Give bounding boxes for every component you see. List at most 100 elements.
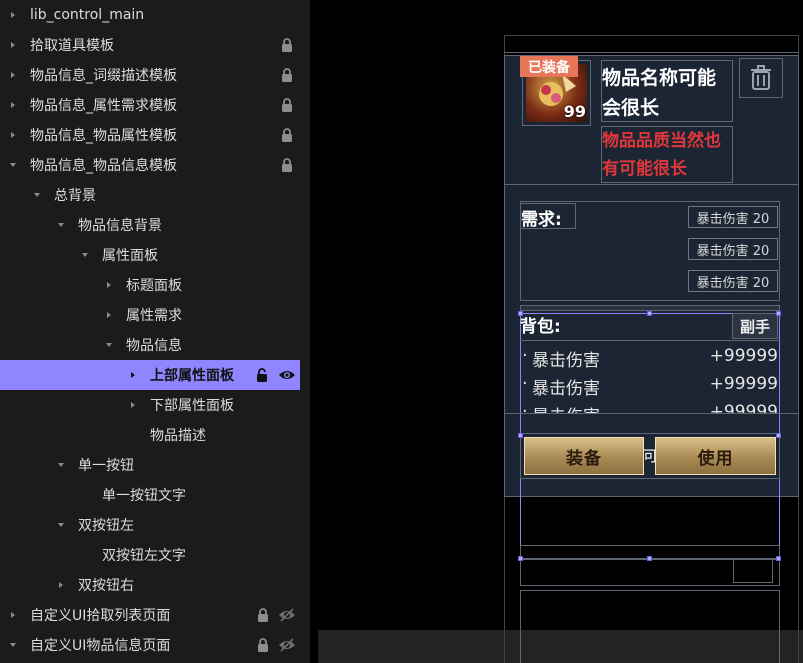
collapsed-arrow-icon[interactable] bbox=[56, 580, 66, 590]
eye-hidden-icon[interactable] bbox=[278, 637, 296, 653]
collapsed-arrow-icon[interactable] bbox=[128, 370, 138, 380]
tree-item-label: 物品信息_物品信息模板 bbox=[30, 158, 177, 174]
tree-item-label: 总背景 bbox=[54, 188, 96, 204]
unlock-icon[interactable] bbox=[254, 367, 272, 383]
tree-item-label: 拾取道具模板 bbox=[30, 38, 114, 54]
tree-item-label: 自定义UI拾取列表页面 bbox=[30, 608, 171, 624]
tree-item[interactable]: 属性面板 bbox=[0, 240, 310, 270]
tree-item[interactable]: 上部属性面板 bbox=[0, 360, 300, 390]
requirement-item: 暴击伤害 20 bbox=[688, 206, 778, 228]
collapsed-arrow-icon[interactable] bbox=[8, 610, 18, 620]
tree-item-toggles bbox=[278, 67, 296, 83]
stat-value: +99999 bbox=[709, 402, 778, 413]
tree-item[interactable]: 双按钮右 bbox=[0, 570, 310, 600]
lock-icon[interactable] bbox=[278, 157, 296, 173]
tree-item[interactable]: 物品信息_物品信息模板 bbox=[0, 150, 310, 180]
expanded-arrow-icon[interactable] bbox=[56, 520, 66, 530]
selection-handle[interactable] bbox=[776, 311, 781, 316]
guide-line bbox=[504, 413, 799, 414]
trash-icon bbox=[751, 65, 771, 90]
tree-item[interactable]: 物品信息背景 bbox=[0, 210, 310, 240]
selection-handle[interactable] bbox=[776, 556, 781, 561]
tree-item[interactable]: 双按钮左文字 bbox=[0, 540, 310, 570]
tree-item-toggles bbox=[278, 127, 296, 143]
expanded-arrow-icon[interactable] bbox=[8, 640, 18, 650]
tree-item[interactable]: 物品描述 bbox=[0, 420, 310, 450]
item-name: 物品名称可能会很长 bbox=[602, 67, 717, 119]
lock-icon[interactable] bbox=[278, 67, 296, 83]
tree-item[interactable]: 物品信息_词缀描述模板 bbox=[0, 60, 310, 90]
requirements-label: 需求: bbox=[521, 210, 562, 230]
tree-item[interactable]: 拾取道具模板 bbox=[0, 30, 310, 60]
lock-icon[interactable] bbox=[254, 607, 272, 623]
tree-item[interactable]: 自定义UI物品信息页面 bbox=[0, 630, 310, 660]
tree-item-label: 上部属性面板 bbox=[150, 368, 234, 384]
lock-icon[interactable] bbox=[278, 97, 296, 113]
tree-item[interactable]: 属性需求 bbox=[0, 300, 310, 330]
tree-item[interactable]: 总背景 bbox=[0, 180, 310, 210]
tree-item-label: 下部属性面板 bbox=[150, 398, 234, 414]
collapsed-arrow-icon[interactable] bbox=[104, 310, 114, 320]
lock-icon[interactable] bbox=[278, 37, 296, 53]
equipped-badge: 已装备 bbox=[520, 56, 578, 77]
tree-item[interactable]: 标题面板 bbox=[0, 270, 310, 300]
expanded-arrow-icon[interactable] bbox=[80, 250, 90, 260]
expanded-arrow-icon[interactable] bbox=[8, 160, 18, 170]
slot-badge: 副手 bbox=[732, 313, 778, 339]
tree-item-label: 单一按钮 bbox=[78, 458, 134, 474]
expanded-arrow-icon[interactable] bbox=[56, 460, 66, 470]
equip-button[interactable]: 装备 bbox=[524, 437, 644, 475]
selection-handle[interactable] bbox=[518, 433, 523, 438]
tree-item[interactable]: lib_control_main bbox=[0, 0, 310, 30]
stat-row: · 暴击伤害 +99999 bbox=[520, 401, 780, 413]
tree-item[interactable]: 自定义UI拾取列表页面 bbox=[0, 600, 310, 630]
delete-button[interactable] bbox=[739, 58, 783, 98]
collapsed-arrow-icon[interactable] bbox=[104, 280, 114, 290]
tree-item-toggles bbox=[278, 97, 296, 113]
guide-line bbox=[520, 340, 780, 341]
use-button[interactable]: 使用 bbox=[655, 437, 776, 475]
tree-item-label: 物品描述 bbox=[150, 428, 206, 444]
requirements-label-box: 需求: bbox=[520, 203, 576, 230]
selection-handle[interactable] bbox=[647, 556, 652, 561]
selection-handle[interactable] bbox=[518, 311, 523, 316]
collapsed-arrow-icon[interactable] bbox=[8, 130, 18, 140]
tree-item-label: 双按钮右 bbox=[78, 578, 134, 594]
collapsed-arrow-icon[interactable] bbox=[8, 70, 18, 80]
collapsed-arrow-icon[interactable] bbox=[8, 100, 18, 110]
tree-item[interactable]: 双按钮左 bbox=[0, 510, 310, 540]
eye-icon[interactable] bbox=[278, 367, 296, 383]
stats-list: · 暴击伤害 +99999 · 暴击伤害 +99999 · 暴击伤害 +9999… bbox=[520, 345, 780, 413]
stat-name: 暴击伤害 bbox=[532, 379, 600, 399]
lower-panel-guide bbox=[733, 559, 773, 583]
tree-item-label: 属性面板 bbox=[102, 248, 158, 264]
selection-handle[interactable] bbox=[776, 433, 781, 438]
eye-hidden-icon[interactable] bbox=[278, 607, 296, 623]
tree-item-toggles bbox=[278, 157, 296, 173]
tree-item[interactable]: 物品信息 bbox=[0, 330, 310, 360]
tree-item[interactable]: 物品信息_属性需求模板 bbox=[0, 90, 310, 120]
selection-handle[interactable] bbox=[518, 556, 523, 561]
hierarchy-panel: lib_control_main 拾取道具模板物品信息_词缀描述模板物品信息_属性… bbox=[0, 0, 310, 663]
tree-item-label: 物品信息_属性需求模板 bbox=[30, 98, 177, 114]
tree-item-toggles bbox=[254, 367, 296, 383]
collapsed-arrow-icon[interactable] bbox=[8, 40, 18, 50]
expanded-arrow-icon[interactable] bbox=[56, 220, 66, 230]
collapsed-arrow-icon[interactable] bbox=[8, 10, 18, 20]
expanded-arrow-icon[interactable] bbox=[32, 190, 42, 200]
requirement-item: 暴击伤害 20 bbox=[688, 238, 778, 260]
lock-icon[interactable] bbox=[278, 127, 296, 143]
tree-item-label: 物品信息 bbox=[126, 338, 182, 354]
collapsed-arrow-icon[interactable] bbox=[128, 400, 138, 410]
expanded-arrow-icon[interactable] bbox=[104, 340, 114, 350]
item-quality-box: 物品品质当然也有可能很长 bbox=[601, 126, 733, 183]
tree-item[interactable]: 下部属性面板 bbox=[0, 390, 310, 420]
tree-item[interactable]: 单一按钮文字 bbox=[0, 480, 310, 510]
lock-icon[interactable] bbox=[254, 637, 272, 653]
tree-item[interactable]: 单一按钮 bbox=[0, 450, 310, 480]
stat-row: · 暴击伤害 +99999 bbox=[522, 345, 778, 371]
selection-handle[interactable] bbox=[647, 311, 652, 316]
guide-line bbox=[504, 52, 799, 53]
tree-item-label: 单一按钮文字 bbox=[102, 488, 186, 504]
tree-item[interactable]: 物品信息_物品属性模板 bbox=[0, 120, 310, 150]
